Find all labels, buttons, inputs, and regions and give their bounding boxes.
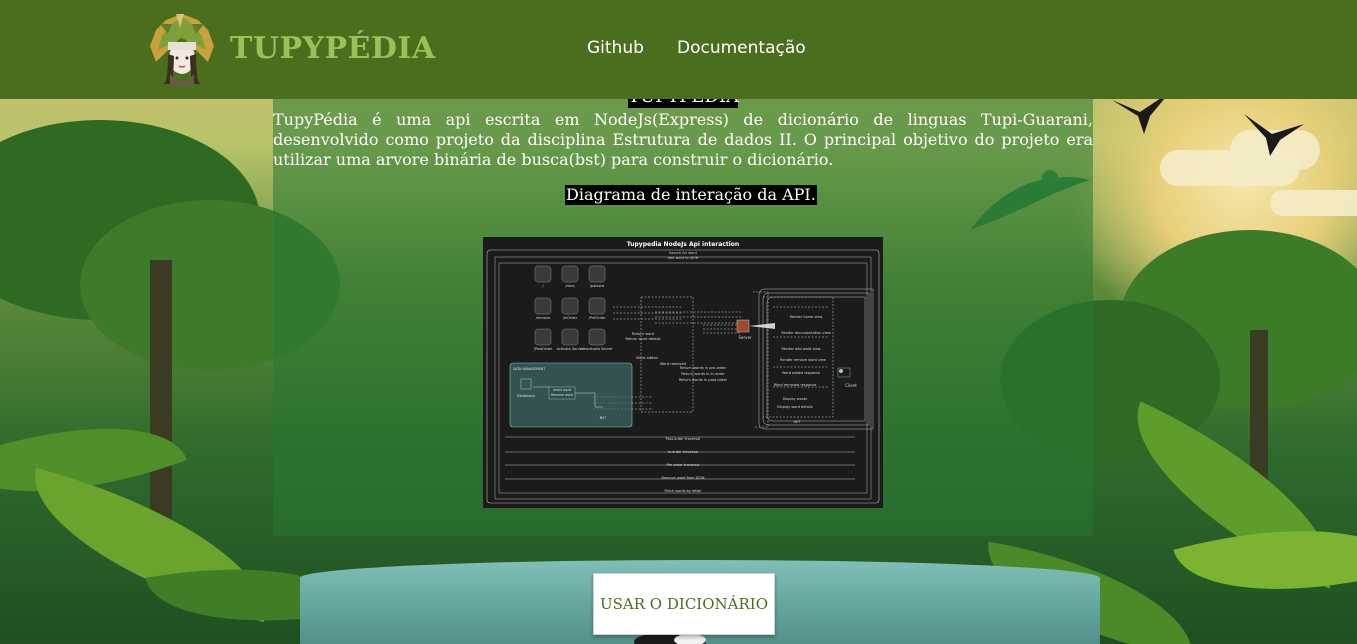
diagram-label: Return word details	[625, 337, 660, 341]
server-icon	[736, 319, 775, 333]
diagram-label: deactivate Server	[581, 347, 613, 351]
diagram-label: Display words	[783, 397, 808, 401]
diagram-label: Return words in in-order	[681, 372, 725, 376]
diagram-label: /remove	[536, 316, 550, 320]
diagram-label: /palavra	[590, 284, 604, 288]
diagram-label: Post-order traversal	[666, 437, 701, 441]
diagram-label: Render add word view	[781, 347, 820, 351]
top-navbar: TUPYPÉDIA Github Documentação	[0, 0, 1357, 99]
diagram-label: Remove word	[551, 393, 573, 397]
logo[interactable]	[146, 10, 218, 88]
diagram-label: Insert word	[553, 388, 571, 392]
diagram-label: Remove word from JSON	[662, 476, 705, 480]
diagram-caption: Diagrama de interação da API.	[565, 185, 817, 205]
tupi-woman-logo-icon	[150, 14, 214, 86]
nav-link-github[interactable]: Github	[587, 38, 644, 58]
diagram-label: Fetch words by letter	[664, 489, 702, 493]
diagram-label: /docs	[565, 284, 574, 288]
diagram-label: Add word to JSON	[668, 256, 699, 260]
diagram-label: /inOrder	[563, 316, 578, 320]
api-interaction-diagram: Tupypedia NodeJs Api interaction Search …	[483, 237, 883, 508]
diagram-label: Display word details	[777, 405, 813, 409]
server-label: Server	[738, 335, 751, 340]
diagram-label: /PostOrder	[534, 347, 553, 351]
diagram-label: activate Server	[557, 347, 584, 351]
diagram-label: Pre-order traversal	[667, 463, 700, 467]
diagram-label: /PreOrder	[589, 316, 606, 320]
diagram-label: Search for word	[669, 251, 697, 255]
diagram-label: Word removed response	[774, 383, 817, 387]
intro-text: TupyPédia é uma api escrita em NodeJs(Ex…	[273, 110, 1093, 169]
diagram-label: DATA MANAGEMENT	[513, 367, 545, 371]
diagram-label: Render remove word view	[780, 358, 826, 362]
diagram-label: Word added	[636, 356, 658, 360]
diagram-label: Return word	[632, 332, 654, 336]
diagram-label: Return words in post-order	[679, 378, 728, 382]
diagram-label: Return words in pre-order	[680, 366, 727, 370]
client-label: Client	[845, 383, 857, 388]
bird-icon	[1244, 114, 1304, 156]
diagram-label: Render home view	[790, 315, 823, 319]
nav-link-documentation[interactable]: Documentação	[677, 38, 806, 58]
diagram-label: Render documentation view	[781, 331, 830, 335]
diagram-label: Word added response	[782, 371, 820, 375]
diagram-title: Tupypedia NodeJs Api interaction	[627, 241, 739, 248]
diagram-label: Dictionary	[517, 394, 535, 398]
use-dictionary-button[interactable]: USAR O DICIONÁRIO	[593, 573, 775, 635]
client-icon	[837, 367, 851, 378]
brand-title[interactable]: TUPYPÉDIA	[230, 31, 436, 66]
diagram-label: /	[542, 284, 544, 288]
diagram-label: GET	[793, 420, 801, 424]
diagram-label: BST	[600, 416, 608, 420]
diagram-label: In-order traversal	[668, 450, 699, 454]
